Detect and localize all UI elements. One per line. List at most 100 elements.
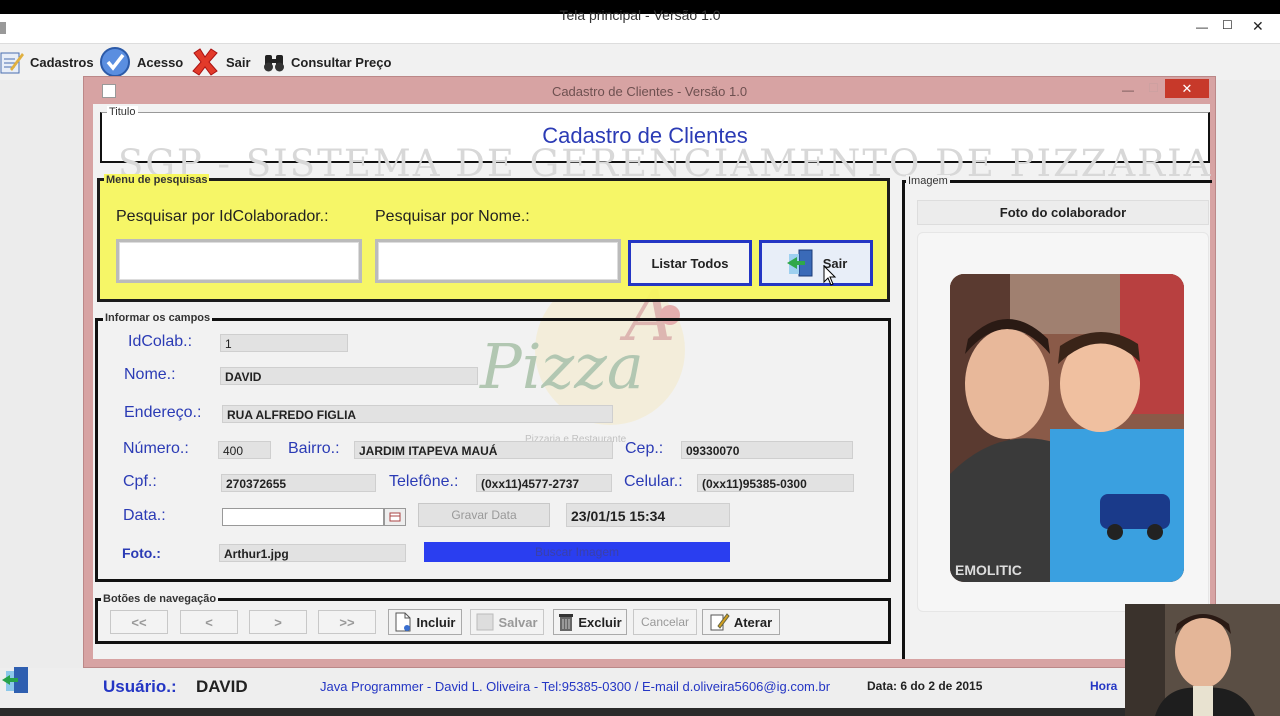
image-panel-legend: Imagem xyxy=(906,175,950,187)
select-image-button[interactable]: Buscar Imagem xyxy=(424,542,730,562)
number-field[interactable]: 400 xyxy=(218,441,271,459)
first-record-label: << xyxy=(131,614,147,630)
edit-button[interactable]: Aterar xyxy=(702,609,780,635)
child-maximize-button[interactable]: ☐ xyxy=(1148,81,1159,95)
main-close-button[interactable]: ✕ xyxy=(1252,19,1264,33)
prev-record-label: < xyxy=(205,614,213,630)
photo-field[interactable]: Arthur1.jpg xyxy=(219,544,406,562)
user-label: Usuário.: xyxy=(103,677,177,696)
mobile-label: Celular.: xyxy=(624,473,683,490)
window-bottom-edge xyxy=(0,708,1280,716)
phone-field[interactable]: (0xx11)4577-2737 xyxy=(476,474,612,492)
edit-label: Aterar xyxy=(733,614,773,630)
hour-label: Hora xyxy=(1090,679,1118,693)
employee-photo: EMOLITIC xyxy=(950,274,1184,582)
webcam-overlay xyxy=(1125,604,1280,716)
district-field[interactable]: JARDIM ITAPEVA MAUÁ xyxy=(354,441,613,459)
phone-label: Telefône.: xyxy=(389,473,459,490)
delete-label: Excluir xyxy=(578,614,622,630)
app-small-icon xyxy=(0,22,6,34)
list-all-button[interactable]: Listar Todos xyxy=(628,240,752,286)
mouse-cursor-icon xyxy=(823,265,837,286)
cpf-label: Cpf.: xyxy=(123,473,157,490)
menu-cadastros[interactable]: Cadastros xyxy=(0,46,94,78)
date-input[interactable] xyxy=(222,508,384,526)
cpf-field[interactable]: 270372655 xyxy=(221,474,376,492)
nav-panel-legend: Botões de navegação xyxy=(101,593,219,605)
address-field[interactable]: RUA ALFREDO FIGLIA xyxy=(222,405,613,423)
prev-record-button[interactable]: < xyxy=(180,610,238,634)
user-value: DAVID xyxy=(196,677,248,696)
pencil-form-icon xyxy=(0,52,24,74)
delete-button[interactable]: Excluir xyxy=(553,609,627,635)
list-all-label: Listar Todos xyxy=(651,255,729,271)
exit-door-status-icon xyxy=(2,667,28,693)
save-date-button[interactable]: Gravar Data xyxy=(418,503,550,527)
search-by-name-label: Pesquisar por Nome.: xyxy=(375,208,530,225)
save-date-label: Gravar Data xyxy=(451,508,517,522)
main-maximize-button[interactable]: ☐ xyxy=(1222,18,1233,32)
id-label: IdColab.: xyxy=(128,333,193,350)
edit-pencil-icon xyxy=(710,613,730,631)
search-by-name-input[interactable] xyxy=(375,239,621,283)
title-panel-legend: Titulo xyxy=(107,106,138,118)
last-record-button[interactable]: >> xyxy=(318,610,376,634)
next-record-button[interactable]: > xyxy=(249,610,307,634)
search-by-id-input[interactable] xyxy=(116,239,362,283)
district-label: Bairro.: xyxy=(288,440,340,457)
menu-acesso-label: Acesso xyxy=(137,54,184,70)
include-label: Incluir xyxy=(416,614,456,630)
status-exit-icon[interactable] xyxy=(2,665,30,700)
child-close-button[interactable]: ✕ xyxy=(1165,79,1209,98)
id-field[interactable]: 1 xyxy=(220,334,348,352)
main-minimize-button[interactable]: — xyxy=(1196,20,1208,34)
photo-header: Foto do colaborador xyxy=(917,200,1209,225)
new-document-icon xyxy=(395,612,411,632)
main-window-title: Tela principal - Versão 1.0 xyxy=(559,7,721,23)
employee-photo-image xyxy=(950,274,1184,582)
date-status: Data: 6 do 2 de 2015 xyxy=(867,679,983,693)
cancel-button[interactable]: Cancelar xyxy=(633,609,697,635)
check-icon xyxy=(100,47,130,77)
binoculars-icon xyxy=(264,55,284,72)
calendar-icon xyxy=(389,512,401,522)
next-record-label: > xyxy=(274,614,282,630)
address-label: Endereço.: xyxy=(124,404,202,421)
date-label: Data.: xyxy=(123,507,166,524)
exit-door-icon xyxy=(786,249,813,277)
cep-label: Cep.: xyxy=(625,440,664,457)
menu-consultar-preco-label: Consultar Preço xyxy=(291,54,392,70)
credits-text: Java Programmer - David L. Oliveira - Te… xyxy=(320,679,831,694)
menu-consultar-preco[interactable]: Consultar Preço xyxy=(263,46,391,78)
first-record-button[interactable]: << xyxy=(110,610,168,634)
mobile-field[interactable]: (0xx11)95385-0300 xyxy=(697,474,854,492)
menu-cadastros-label: Cadastros xyxy=(30,54,94,70)
last-record-label: >> xyxy=(339,614,355,630)
red-x-icon xyxy=(192,48,218,76)
menu-sair-label: Sair xyxy=(226,54,251,70)
save-disabled-icon xyxy=(476,613,494,631)
date-picker-button[interactable] xyxy=(384,508,406,526)
name-label: Nome.: xyxy=(124,366,176,383)
include-button[interactable]: Incluir xyxy=(388,609,462,635)
name-field[interactable]: DAVID xyxy=(220,367,478,385)
search-by-id-label: Pesquisar por IdColaborador.: xyxy=(116,208,329,225)
webcam-person-image xyxy=(1125,604,1280,716)
select-image-label: Buscar Imagem xyxy=(534,545,620,559)
child-window-title: Cadastro de Clientes - Versão 1.0 xyxy=(551,84,748,99)
cancel-label: Cancelar xyxy=(640,615,690,629)
timestamp-field: 23/01/15 15:34 xyxy=(566,503,730,527)
photo-label: Foto.: xyxy=(122,545,161,561)
menu-sair[interactable]: Sair xyxy=(190,46,251,78)
child-minimize-button[interactable]: — xyxy=(1122,83,1134,97)
menu-acesso[interactable]: Acesso xyxy=(99,46,183,78)
number-label: Número.: xyxy=(123,440,189,457)
shirt-text: EMOLITIC xyxy=(955,562,1022,578)
search-exit-button[interactable]: Sair xyxy=(759,240,873,286)
fields-panel-legend: Informar os campos xyxy=(103,312,213,324)
save-record-label: Salvar xyxy=(498,614,538,630)
save-record-button[interactable]: Salvar xyxy=(470,609,544,635)
search-panel-legend: Menu de pesquisas xyxy=(104,174,210,186)
trash-icon xyxy=(559,614,574,631)
cep-field[interactable]: 09330070 xyxy=(681,441,853,459)
